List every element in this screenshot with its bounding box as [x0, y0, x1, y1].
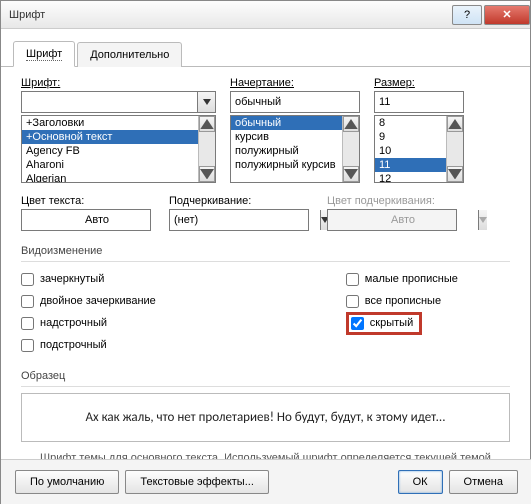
help-button[interactable]: ? — [452, 5, 482, 25]
check-superscript[interactable]: надстрочный — [21, 312, 156, 334]
check-hidden-label: скрытый — [370, 317, 413, 329]
font-input[interactable] — [22, 92, 197, 112]
list-item[interactable]: Agency FB — [22, 144, 198, 158]
close-button[interactable]: ✕ — [484, 5, 530, 25]
underline-value[interactable] — [170, 210, 320, 230]
tab-content: Шрифт: +Заголовки +Основной текст Agency… — [1, 67, 530, 486]
list-item[interactable]: 9 — [375, 130, 446, 144]
default-button[interactable]: По умолчанию — [15, 470, 119, 494]
chevron-down-icon[interactable] — [197, 92, 215, 112]
scrollbar[interactable] — [446, 116, 463, 182]
hidden-highlight: скрытый — [346, 312, 422, 335]
color-combo[interactable] — [21, 209, 151, 231]
list-item[interactable]: 8 — [375, 116, 446, 130]
size-listbox[interactable]: 8 9 10 11 12 — [374, 115, 464, 183]
sample-label: Образец — [21, 370, 510, 382]
size-combo[interactable] — [374, 91, 464, 113]
tab-font[interactable]: Шрифт — [13, 41, 75, 67]
check-smallcaps[interactable]: малые прописные — [346, 268, 458, 290]
style-input[interactable] — [231, 92, 381, 112]
underline-color-label: Цвет подчеркивания: — [327, 195, 457, 207]
font-combo[interactable] — [21, 91, 216, 113]
color-label: Цвет текста: — [21, 195, 151, 207]
tab-font-label: Шрифт — [26, 48, 62, 61]
tab-advanced-label: Дополнительно — [90, 49, 169, 61]
check-hidden[interactable] — [351, 317, 364, 330]
scroll-down-icon[interactable] — [447, 166, 463, 182]
underline-label: Подчеркивание: — [169, 195, 309, 207]
scrollbar[interactable] — [198, 116, 215, 182]
scroll-up-icon[interactable] — [343, 116, 359, 132]
text-effects-button[interactable]: Текстовые эффекты... — [125, 470, 269, 494]
check-allcaps[interactable]: все прописные — [346, 290, 458, 312]
size-label: Размер: — [374, 77, 464, 89]
font-label: Шрифт: — [21, 77, 216, 89]
scrollbar[interactable] — [342, 116, 359, 182]
font-listbox[interactable]: +Заголовки +Основной текст Agency FB Aha… — [21, 115, 216, 183]
titlebar[interactable]: Шрифт ? ✕ — [1, 1, 530, 29]
scroll-down-icon[interactable] — [199, 166, 215, 182]
check-subscript[interactable]: подстрочный — [21, 334, 156, 356]
sample-preview: Ах как жаль, что нет пролетариев! Но буд… — [21, 393, 510, 442]
scroll-up-icon[interactable] — [447, 116, 463, 132]
font-dialog: Шрифт ? ✕ Шрифт Дополнительно Шрифт: +За… — [0, 0, 531, 504]
list-item[interactable]: 12 — [375, 172, 446, 182]
tab-bar: Шрифт Дополнительно — [1, 35, 530, 67]
window-title: Шрифт — [9, 9, 450, 21]
chevron-down-icon — [478, 210, 487, 230]
tab-advanced[interactable]: Дополнительно — [77, 42, 182, 67]
style-listbox[interactable]: обычный курсив полужирный полужирный кур… — [230, 115, 360, 183]
list-item[interactable]: полужирный курсив — [231, 158, 342, 172]
list-item[interactable]: 11 — [375, 158, 446, 172]
size-input[interactable] — [375, 92, 525, 112]
color-value[interactable] — [22, 210, 172, 230]
list-item[interactable]: +Заголовки — [22, 116, 198, 130]
scroll-up-icon[interactable] — [199, 116, 215, 132]
style-combo[interactable] — [230, 91, 360, 113]
close-icon: ✕ — [502, 8, 511, 21]
list-item[interactable]: Algerian — [22, 172, 198, 182]
ok-button[interactable]: ОК — [398, 470, 443, 494]
list-item[interactable]: +Основной текст — [22, 130, 198, 144]
check-double-strike[interactable]: двойное зачеркивание — [21, 290, 156, 312]
effects-label: Видоизменение — [21, 245, 510, 257]
list-item[interactable]: полужирный — [231, 144, 342, 158]
underline-color-combo — [327, 209, 457, 231]
list-item[interactable]: Aharoni — [22, 158, 198, 172]
underline-color-value — [328, 210, 478, 230]
style-label: Начертание: — [230, 77, 360, 89]
list-item[interactable]: 10 — [375, 144, 446, 158]
list-item[interactable]: обычный — [231, 116, 342, 130]
list-item[interactable]: курсив — [231, 130, 342, 144]
cancel-button[interactable]: Отмена — [449, 470, 518, 494]
help-icon: ? — [464, 9, 470, 21]
scroll-down-icon[interactable] — [343, 166, 359, 182]
check-strike[interactable]: зачеркнутый — [21, 268, 156, 290]
dialog-footer: По умолчанию Текстовые эффекты... ОК Отм… — [1, 459, 531, 504]
underline-combo[interactable] — [169, 209, 309, 231]
